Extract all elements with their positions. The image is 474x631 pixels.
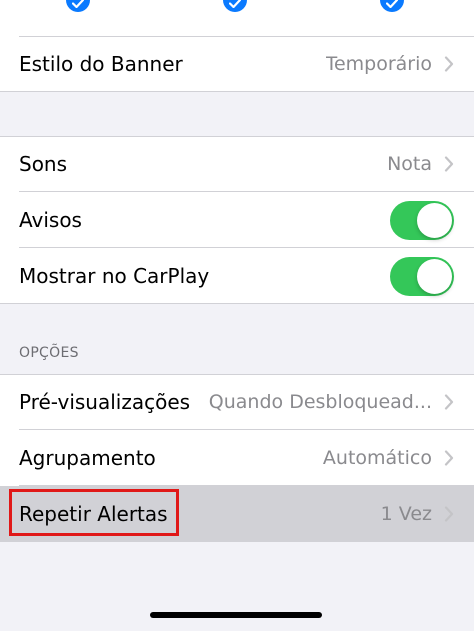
chevron-right-icon [444,56,454,72]
highlight-annotation-box [9,489,179,536]
chevron-right-icon [444,156,454,172]
previews-value: Quando Desbloquead... [208,391,432,413]
chevron-right-icon [444,394,454,410]
grouping-label: Agrupamento [19,446,156,470]
top-alert-style-strip [0,0,474,36]
banner-style-group: Estilo do Banner Temporário [0,36,474,92]
banner-style-label: Estilo do Banner [19,52,183,76]
grouping-value: Automático [322,447,432,469]
carplay-row: Mostrar no CarPlay [0,248,474,304]
options-section-header: OPÇÕES [19,345,79,361]
grouping-row[interactable]: Agrupamento Automático [0,430,474,486]
alerts-toggle[interactable] [390,200,454,240]
checkmark-icon[interactable] [380,0,404,12]
previews-label: Pré-visualizações [19,390,191,414]
alerts-row: Avisos [0,192,474,248]
home-indicator[interactable] [150,612,322,618]
repeat-alerts-value: 1 Vez [380,503,432,525]
notification-settings-screen: Estilo do Banner Temporário Sons Nota Av… [0,0,474,631]
carplay-toggle[interactable] [390,256,454,296]
carplay-label: Mostrar no CarPlay [19,264,210,288]
banner-style-row[interactable]: Estilo do Banner Temporário [0,36,474,92]
banner-style-value: Temporário [325,53,432,75]
previews-row[interactable]: Pré-visualizações Quando Desbloquead... [0,374,474,430]
checkmark-icon[interactable] [223,0,247,12]
alerts-label: Avisos [19,208,82,232]
chevron-right-icon [444,506,454,522]
chevron-right-icon [444,450,454,466]
sounds-group: Sons Nota Avisos Mostrar no CarPlay [0,136,474,304]
sounds-row[interactable]: Sons Nota [0,136,474,192]
checkmark-icon[interactable] [66,0,90,12]
sounds-value: Nota [387,153,432,175]
sounds-label: Sons [19,152,68,176]
